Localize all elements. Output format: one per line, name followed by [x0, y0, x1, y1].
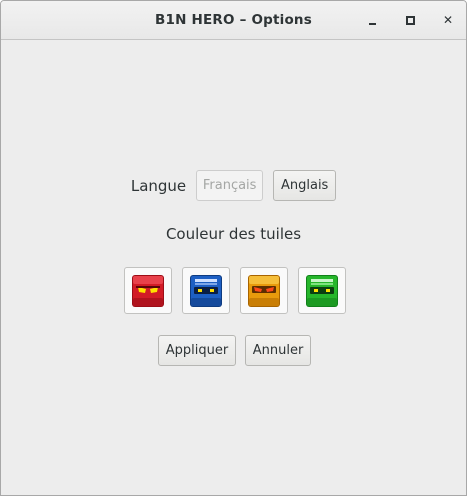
language-label: Langue	[130, 176, 187, 195]
green-tile-button[interactable]	[298, 267, 346, 314]
minimize-icon	[368, 23, 376, 25]
maximize-icon	[405, 15, 415, 25]
options-window: B1N HERO – Options ✕ Langue Français Ang…	[0, 0, 467, 496]
anglais-button[interactable]: Anglais	[273, 170, 337, 201]
close-icon: ✕	[442, 13, 454, 27]
maximize-button[interactable]	[400, 10, 420, 30]
blue-tile-button[interactable]	[182, 267, 230, 314]
tile-color-label: Couleur des tuiles	[165, 225, 302, 243]
close-button[interactable]: ✕	[438, 10, 458, 30]
cancel-button[interactable]: Annuler	[245, 335, 311, 366]
title-bar[interactable]: B1N HERO – Options ✕	[1, 1, 466, 40]
apply-button[interactable]: Appliquer	[158, 335, 236, 366]
minimize-button[interactable]	[362, 10, 382, 30]
tile-color-picker	[124, 267, 346, 314]
orange-tile-button[interactable]	[240, 267, 288, 314]
orange-tile-icon	[248, 274, 280, 307]
red-tile-icon	[132, 274, 164, 307]
green-tile-icon	[306, 274, 338, 307]
language-row: Langue Français Anglais	[1, 170, 466, 201]
blue-tile-icon	[190, 274, 222, 307]
francais-button[interactable]: Français	[196, 170, 264, 201]
window-title: B1N HERO – Options	[155, 12, 312, 28]
options-content: Langue Français Anglais Couleur des tuil…	[1, 40, 466, 495]
action-row: Appliquer Annuler	[158, 335, 311, 366]
red-tile-button[interactable]	[124, 267, 172, 314]
